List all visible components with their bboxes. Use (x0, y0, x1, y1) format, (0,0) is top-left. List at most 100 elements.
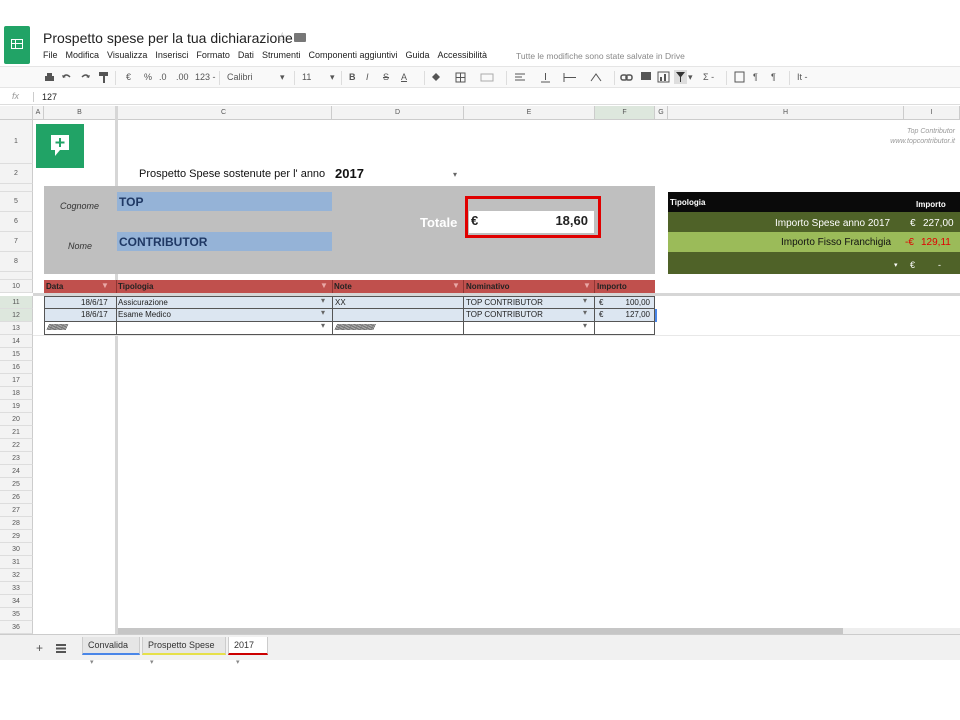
row-header[interactable]: 27 (0, 504, 33, 517)
chevron-down-icon[interactable]: ▾ (688, 72, 693, 83)
row-header[interactable]: 29 (0, 530, 33, 543)
cognome-field[interactable]: TOP (117, 192, 332, 211)
chevron-down-icon[interactable]: ▾ (894, 261, 898, 269)
ltr-icon[interactable]: ¶ (753, 72, 758, 82)
input-tools-icon[interactable] (734, 71, 745, 83)
chevron-down-icon[interactable]: ▾ (330, 72, 335, 83)
chevron-down-icon[interactable]: ▾ (453, 170, 457, 179)
font-select[interactable]: Calibri (227, 72, 253, 82)
strikethrough-button[interactable]: S (383, 72, 389, 82)
chevron-down-icon[interactable]: ▾ (90, 659, 94, 666)
functions-button[interactable]: Σ - (703, 72, 714, 82)
chart-icon[interactable] (657, 71, 670, 83)
chevron-down-icon[interactable]: ▾ (321, 296, 325, 305)
row-header[interactable]: 17 (0, 374, 33, 387)
redo-icon[interactable] (80, 72, 91, 83)
sheets-logo-icon[interactable] (4, 26, 30, 64)
link-icon[interactable] (620, 72, 633, 83)
column-header-f[interactable]: F (595, 106, 655, 120)
rtl-icon[interactable]: ¶ (771, 72, 776, 82)
add-sheet-icon[interactable]: + (36, 641, 43, 655)
fill-color-icon[interactable] (430, 72, 442, 83)
row-header[interactable]: 6 (0, 212, 33, 232)
input-language-button[interactable]: It - (797, 72, 808, 82)
column-header-b[interactable]: B (44, 106, 116, 120)
row-header[interactable]: 10 (0, 280, 33, 293)
formula-bar[interactable]: fx 127 (0, 89, 960, 105)
row-header[interactable]: 2 (0, 164, 33, 184)
column-header-d[interactable]: D (332, 106, 464, 120)
save-status[interactable]: Tutte le modifiche sono state salvate in… (516, 51, 685, 61)
menu-inserisci[interactable]: Inserisci (155, 50, 188, 60)
chevron-down-icon[interactable]: ▾ (321, 308, 325, 317)
chevron-down-icon[interactable]: ▾ (583, 296, 587, 305)
font-size-select[interactable]: 11 (302, 72, 311, 82)
tab-convalida[interactable]: Convalida ▾ (82, 637, 140, 666)
formula-input[interactable]: 127 (42, 92, 57, 102)
bold-button[interactable]: B (349, 72, 356, 82)
column-header-c[interactable]: C (116, 106, 332, 120)
filter-dropdown-icon[interactable]: ▼ (101, 281, 109, 290)
chevron-down-icon[interactable]: ▾ (583, 321, 587, 330)
row-header[interactable]: 33 (0, 582, 33, 595)
menu-strumenti[interactable]: Strumenti (262, 50, 301, 60)
nome-field[interactable]: CONTRIBUTOR (117, 232, 332, 251)
text-wrap-icon[interactable] (563, 72, 577, 83)
comment-icon[interactable] (640, 71, 652, 83)
row-header[interactable]: 14 (0, 335, 33, 348)
percent-format-button[interactable]: % (144, 72, 152, 82)
column-header-a[interactable]: A (33, 106, 44, 120)
menu-file[interactable]: File (43, 50, 58, 60)
align-horizontal-icon[interactable] (514, 72, 526, 83)
table-row[interactable]: 18/6/17 Assicurazione ▾ XX TOP CONTRIBUT… (44, 296, 655, 309)
row-header[interactable]: 11 (0, 296, 33, 309)
menu-accessibilita[interactable]: Accessibilità (438, 50, 488, 60)
row-header[interactable]: 21 (0, 426, 33, 439)
row-header[interactable]: 28 (0, 517, 33, 530)
table-row[interactable]: //////////////// ▾ /////////////////////… (44, 321, 655, 335)
column-header-e[interactable]: E (464, 106, 595, 120)
row-header[interactable]: 23 (0, 452, 33, 465)
row-header[interactable]: 22 (0, 439, 33, 452)
selected-cell-marker[interactable] (655, 309, 657, 322)
row-header[interactable]: 36 (0, 621, 33, 634)
align-vertical-icon[interactable] (540, 72, 551, 83)
tab-prospetto-spese[interactable]: Prospetto Spese ▾ (142, 637, 226, 666)
filter-icon[interactable] (674, 70, 687, 84)
increase-decimal-button[interactable]: .00 (176, 72, 189, 82)
row-header[interactable]: 18 (0, 387, 33, 400)
document-title[interactable]: Prospetto spese per la tua dichiarazione (43, 30, 293, 46)
more-formats-button[interactable]: 123 - (195, 72, 216, 82)
row-header[interactable]: 12 (0, 309, 33, 322)
borders-icon[interactable] (455, 72, 466, 83)
column-header-i[interactable]: I (904, 106, 960, 120)
star-icon[interactable]: ☆ (276, 29, 289, 46)
chevron-down-icon[interactable]: ▾ (280, 72, 285, 83)
table-row[interactable]: 18/6/17 Esame Medico ▾ TOP CONTRIBUTOR ▾… (44, 308, 655, 322)
row-header[interactable] (0, 184, 33, 192)
row-header[interactable]: 30 (0, 543, 33, 556)
menu-formato[interactable]: Formato (196, 50, 230, 60)
column-header-g[interactable]: G (655, 106, 668, 120)
menu-visualizza[interactable]: Visualizza (107, 50, 147, 60)
summary-row-1[interactable]: Importo Spese anno 2017 € 227,00 (668, 212, 960, 232)
row-header[interactable]: 16 (0, 361, 33, 374)
italic-button[interactable]: I (366, 72, 369, 82)
row-header[interactable] (0, 272, 33, 280)
text-color-button[interactable]: A (401, 72, 407, 82)
print-icon[interactable] (44, 72, 55, 83)
tab-2017[interactable]: 2017 ▾ (228, 637, 268, 666)
chevron-down-icon[interactable]: ▾ (583, 308, 587, 317)
row-header[interactable]: 15 (0, 348, 33, 361)
row-header[interactable]: 26 (0, 491, 33, 504)
select-all-corner[interactable] (0, 106, 33, 120)
row-header[interactable]: 13 (0, 322, 33, 335)
filter-dropdown-icon[interactable]: ▼ (320, 281, 328, 290)
menu-modifica[interactable]: Modifica (66, 50, 100, 60)
text-rotation-icon[interactable] (590, 72, 602, 83)
currency-format-button[interactable]: € (126, 72, 131, 82)
sheet-list-icon[interactable] (56, 644, 66, 653)
column-header-h[interactable]: H (668, 106, 904, 120)
chevron-down-icon[interactable]: ▾ (150, 659, 154, 666)
row-header[interactable]: 8 (0, 252, 33, 272)
